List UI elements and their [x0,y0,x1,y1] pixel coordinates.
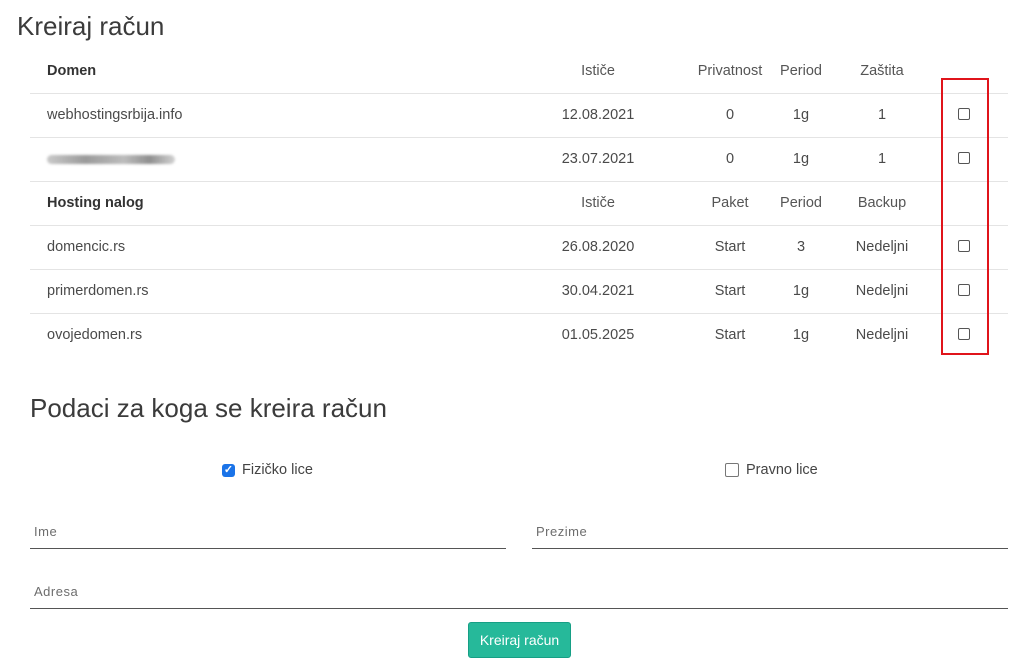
hosting-backup: Nedeljni [855,327,909,343]
hosting-header-row: Hosting nalog Ističe Paket Period Backup [30,182,1008,226]
hosting-backup: Nedeljni [855,239,909,255]
hosting-expires: 01.05.2025 [561,327,635,343]
last-name-field[interactable]: Prezime [532,518,1008,549]
page-title: Kreiraj račun [17,11,165,41]
domain-header-row: Domen Ističe Privatnost Period Zaštita [30,50,1008,94]
first-name-label: Ime [34,524,58,539]
hosting-package: Start [714,327,746,343]
hosting-col-name: Hosting nalog [47,195,144,211]
first-name-field[interactable]: Ime [30,518,506,549]
table-row: domencic.rs 26.08.2020 Start 3 Nedeljni [30,226,1008,270]
person-type-individual-label: Fizičko lice [242,462,313,478]
table-row: primerdomen.rs 30.04.2021 Start 1g Nedel… [30,270,1008,314]
hosting-period: 3 [796,239,806,255]
domain-col-privacy: Privatnost [697,63,763,79]
domain-expires: 12.08.2021 [561,107,635,123]
hosting-col-backup: Backup [857,195,907,211]
hosting-package: Start [714,239,746,255]
form-title: Podaci za koga se kreira račun [30,393,387,423]
table-row: 23.07.2021 0 1g 1 [30,138,1008,182]
hosting-period: 1g [792,327,810,343]
hosting-backup: Nedeljni [855,283,909,299]
person-type-company[interactable]: Pravno lice [725,462,818,478]
hosting-col-expires: Ističe [581,195,615,211]
table-row: ovojedomen.rs 01.05.2025 Start 1g Nedelj… [30,314,1008,357]
domain-col-protection: Zaštita [860,63,904,79]
hosting-expires: 26.08.2020 [561,239,635,255]
domain-expires: 23.07.2021 [561,151,635,167]
domain-privacy: 0 [725,107,735,123]
person-type-individual[interactable]: ✓ Fizičko lice [222,462,313,478]
checkbox-highlight-box [941,78,989,355]
hosting-name: domencic.rs [47,239,126,255]
unchecked-checkbox-icon[interactable] [725,463,739,477]
blurred-domain-name [47,154,175,164]
checked-checkbox-icon[interactable]: ✓ [222,463,235,477]
services-table: Domen Ističe Privatnost Period Zaštita w… [30,50,1008,357]
domain-privacy: 0 [725,151,735,167]
person-type-company-label: Pravno lice [746,462,818,478]
hosting-period: 1g [792,283,810,299]
hosting-expires: 30.04.2021 [561,283,635,299]
domain-protection: 1 [877,107,887,123]
domain-period: 1g [792,151,810,167]
domain-col-expires: Ističe [581,63,615,79]
domain-col-period: Period [780,63,822,79]
hosting-col-period: Period [780,195,822,211]
last-name-label: Prezime [536,524,588,539]
domain-period: 1g [792,107,810,123]
table-row: webhostingsrbija.info 12.08.2021 0 1g 1 [30,94,1008,138]
address-field[interactable]: Adresa [30,578,1008,609]
address-label: Adresa [34,584,79,599]
hosting-name: ovojedomen.rs [47,327,143,343]
create-invoice-button[interactable]: Kreiraj račun [468,622,571,658]
domain-col-name: Domen [47,63,97,79]
hosting-col-package: Paket [711,195,749,211]
hosting-name: primerdomen.rs [47,283,149,299]
domain-protection: 1 [877,151,887,167]
domain-name: webhostingsrbija.info [47,107,183,123]
hosting-package: Start [714,283,746,299]
